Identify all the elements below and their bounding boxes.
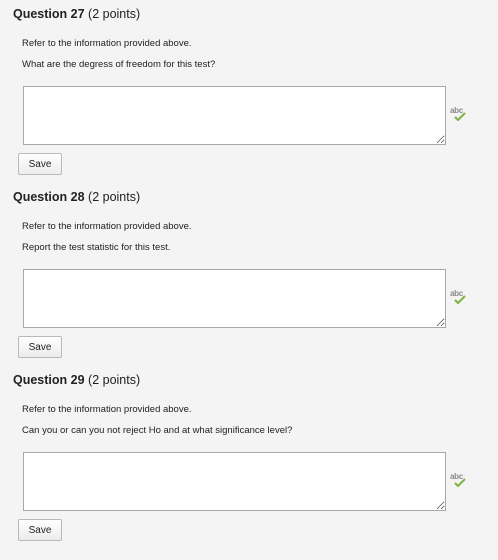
question-29: Question 29 (2 points) Refer to the info… (0, 366, 498, 549)
spell-check-icon[interactable]: abc (450, 289, 468, 305)
question-prompt: Report the test statistic for this test. (22, 242, 171, 253)
question-prompt: What are the degress of freedom for this… (22, 59, 216, 70)
spell-check-icon[interactable]: abc (450, 106, 468, 122)
question-number: Question 27 (13, 7, 85, 21)
answer-textarea[interactable] (23, 452, 446, 511)
spell-check-icon[interactable]: abc (450, 472, 468, 488)
question-title: Question 27 (2 points) (13, 7, 140, 21)
question-number: Question 28 (13, 190, 85, 204)
quiz-page: Question 27 (2 points) Refer to the info… (0, 0, 498, 549)
answer-textarea[interactable] (23, 86, 446, 145)
question-instruction: Refer to the information provided above. (22, 221, 192, 232)
question-instruction: Refer to the information provided above. (22, 38, 192, 49)
question-28: Question 28 (2 points) Refer to the info… (0, 183, 498, 366)
question-points: (2 points) (88, 373, 141, 387)
question-number: Question 29 (13, 373, 85, 387)
checkmark-icon (454, 112, 466, 121)
save-button[interactable]: Save (18, 336, 62, 358)
checkmark-icon (454, 478, 466, 487)
question-points: (2 points) (88, 190, 141, 204)
question-points: (2 points) (88, 7, 141, 21)
save-button[interactable]: Save (18, 153, 62, 175)
question-27: Question 27 (2 points) Refer to the info… (0, 0, 498, 183)
save-button[interactable]: Save (18, 519, 62, 541)
question-prompt: Can you or can you not reject Ho and at … (22, 425, 293, 436)
question-title: Question 28 (2 points) (13, 190, 140, 204)
question-title: Question 29 (2 points) (13, 373, 140, 387)
question-instruction: Refer to the information provided above. (22, 404, 192, 415)
answer-textarea[interactable] (23, 269, 446, 328)
checkmark-icon (454, 295, 466, 304)
